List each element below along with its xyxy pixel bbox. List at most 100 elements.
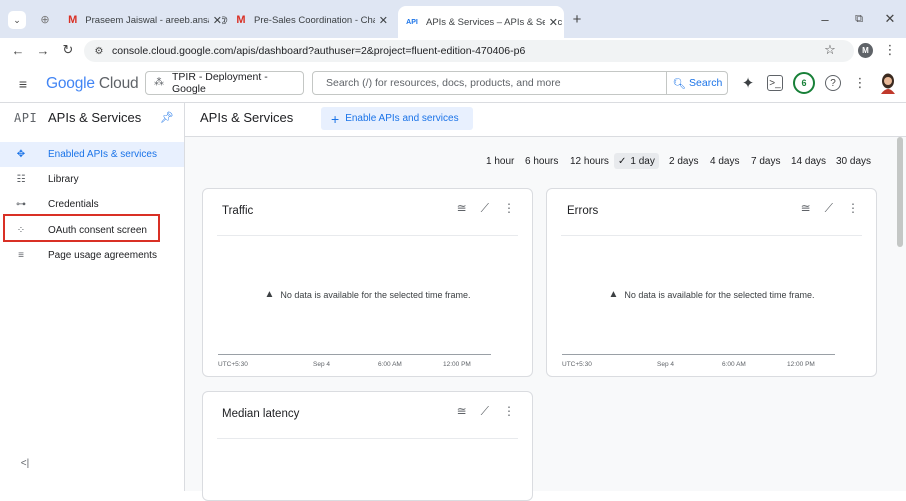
key-icon: ⊶ [16,199,26,210]
restore-icon[interactable]: ⧉ [851,11,867,27]
minimize-icon[interactable]: – [817,11,833,27]
enable-apis-button[interactable]: + Enable APIs and services [321,107,473,130]
close-tab-icon[interactable]: ✕ [208,13,222,27]
no-data-message: ▲ No data is available for the selected … [547,289,876,300]
help-icon[interactable]: ? [825,75,841,91]
tick-label: 12:00 PM [787,361,815,368]
project-picker[interactable]: ⁂ TPIR - Deployment - Google [145,71,304,95]
reload-icon[interactable]: ↻ [60,42,76,58]
explore-chart-icon[interactable]: ⟋ [481,404,489,419]
range-1-day[interactable]: ✓ 1 day [614,153,659,169]
legend-toggle-icon[interactable]: ≅ [457,201,467,216]
search-button-label: Search [689,77,723,89]
tab-label: Praseem Jaiswal - areeb.ansari@ [85,14,228,26]
agreements-icon: ≡ [18,250,24,261]
sidebar-item-library[interactable]: ☷ Library [0,167,184,192]
sidebar-item-page-usage[interactable]: ≡ Page usage agreements [0,243,184,268]
divider [217,235,518,236]
bookmark-star-icon[interactable]: ☆ [822,42,838,58]
x-axis [562,354,835,355]
close-window-icon[interactable]: ✕ [882,11,898,27]
divider [561,235,862,236]
cloud-shell-icon[interactable]: >_ [767,75,783,91]
card-menu-icon[interactable]: ⋮ [847,201,859,216]
address-bar[interactable]: console.cloud.google.com/apis/dashboard?… [84,40,854,62]
tab-apis-services[interactable]: API APIs & Services – APIs & Servic ✕ [398,6,564,38]
sidebar-item-enabled-apis[interactable]: ✥ Enabled APIs & services [0,142,184,167]
search-placeholder: Search (/) for resources, docs, products… [326,77,561,89]
gmail-icon: M [236,14,246,26]
plus-icon: + [331,110,340,127]
site-info-icon[interactable]: ⚙ [92,43,106,59]
new-tab-icon[interactable]: + [569,11,585,28]
browser-menu-icon[interactable]: ⋮ [884,42,897,58]
card-menu-icon[interactable]: ⋮ [503,201,515,216]
sidebar-item-label: Page usage agreements [48,250,157,261]
legend-toggle-icon[interactable]: ≅ [457,404,467,419]
close-tab-icon[interactable]: ✕ [544,15,558,29]
median-latency-card: Median latency ≅ ⟋ ⋮ [202,391,533,501]
range-30-days[interactable]: 30 days [836,153,871,169]
range-4-days[interactable]: 4 days [710,153,739,169]
collapse-sidebar-icon[interactable]: <| [18,456,32,470]
tick-label: 6:00 AM [722,361,746,368]
back-icon[interactable]: ← [10,42,26,58]
sidebar-item-label: Library [48,174,79,185]
gmail-icon: M [68,14,78,26]
card-actions: ≅ ⟋ ⋮ [801,201,859,216]
traffic-card: Traffic ≅ ⟋ ⋮ ▲ No data is available for… [202,188,533,377]
tick-label: UTC+5:30 [218,361,248,368]
divider [217,438,518,439]
tab-search-icon[interactable]: ⌄ [8,11,26,29]
tick-label: 12:00 PM [443,361,471,368]
tick-label: UTC+5:30 [562,361,592,368]
range-2-days[interactable]: 2 days [669,153,698,169]
no-data-text: No data is available for the selected ti… [280,289,471,300]
range-7-days[interactable]: 7 days [751,153,780,169]
tab-gmail-1[interactable]: M Praseem Jaiswal - areeb.ansari@ ✕ [66,8,228,32]
explore-chart-icon[interactable]: ⟋ [825,201,833,216]
account-avatar[interactable] [878,72,898,94]
card-title: Median latency [222,408,300,420]
tab-label: Pre-Sales Coordination - Chat [254,14,381,26]
close-tab-icon[interactable]: ✕ [374,13,388,27]
check-icon: ✓ [618,155,627,167]
legend-toggle-icon[interactable]: ≅ [801,201,811,216]
sidebar-header: API APIs & Services 📌︎ [0,103,184,137]
page-title: APIs & Services [200,110,294,125]
pinned-tab-icon[interactable]: ⊕ [38,12,52,26]
no-data-message: ▲ No data is available for the selected … [203,289,532,300]
project-name: TPIR - Deployment - Google [172,71,268,95]
range-label: 1 day [630,155,655,167]
explore-chart-icon[interactable]: ⟋ [481,201,489,216]
no-data-text: No data is available for the selected ti… [624,289,815,300]
errors-card: Errors ≅ ⟋ ⋮ ▲ No data is available for … [546,188,877,377]
search-button[interactable]: 🔍︎ Search [666,71,728,95]
scrollbar[interactable] [897,137,903,247]
gemini-sparkle-icon[interactable]: ✦ [740,75,756,92]
x-axis [218,354,491,355]
notifications-badge[interactable]: 6 [793,72,815,94]
hamburger-menu-icon[interactable]: ≡ [14,76,32,92]
range-6-hours[interactable]: 6 hours [525,153,558,169]
tick-label: Sep 4 [313,361,330,368]
highlight-box [3,214,160,242]
card-menu-icon[interactable]: ⋮ [503,404,515,419]
logo-google-text: Google [46,75,95,92]
range-1-hour[interactable]: 1 hour [486,153,514,169]
project-tree-icon: ⁂ [154,77,164,88]
range-14-days[interactable]: 14 days [791,153,826,169]
sidebar-title: APIs & Services [48,110,142,125]
library-icon: ☷ [16,174,26,185]
forward-icon[interactable]: → [35,42,51,58]
google-cloud-logo[interactable]: Google Cloud [46,75,139,93]
tick-label: 6:00 AM [378,361,402,368]
pin-icon[interactable]: 📌︎ [160,111,174,124]
url-text: console.cloud.google.com/apis/dashboard?… [112,45,526,57]
settings-kebab-icon[interactable]: ⋮ [854,75,867,91]
tab-gmail-2[interactable]: M Pre-Sales Coordination - Chat ✕ [234,8,394,32]
profile-avatar[interactable]: M [858,43,873,58]
sidebar-item-label: Enabled APIs & services [48,149,157,160]
range-12-hours[interactable]: 12 hours [570,153,609,169]
api-badge-icon: API [14,111,38,125]
